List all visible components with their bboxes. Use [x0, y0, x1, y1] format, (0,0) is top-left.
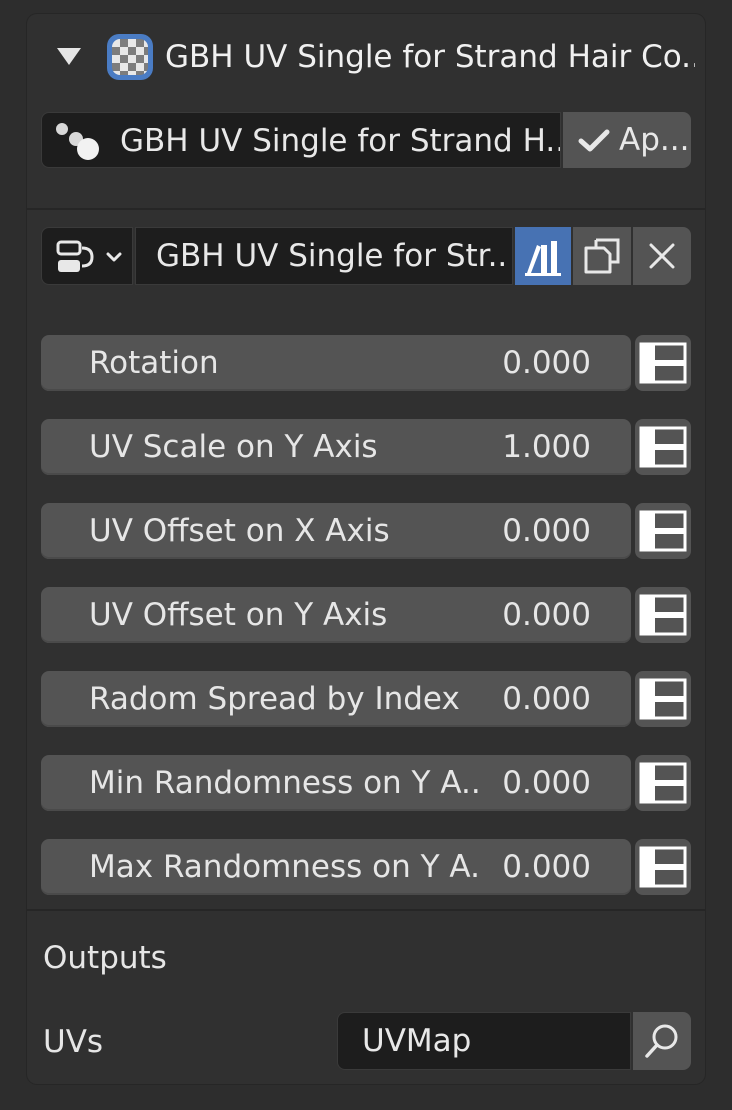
node-group-field[interactable]: GBH UV Single for Strand H...	[41, 112, 561, 168]
spreadsheet-icon	[639, 426, 687, 468]
uv-map-value: UVMap	[362, 1023, 472, 1059]
datablock-name: GBH UV Single for Str...	[156, 238, 506, 274]
uv-map-search-button[interactable]	[633, 1012, 691, 1070]
attribute-toggle-button[interactable]	[635, 671, 691, 727]
input-row-uv-offset-x: UV Offset on X Axis 0.000	[41, 503, 691, 559]
attribute-toggle-button[interactable]	[635, 335, 691, 391]
apply-label: Ap...	[619, 122, 690, 158]
input-row-min-randomness: Min Randomness on Y A... 0.000	[41, 755, 691, 811]
attribute-toggle-button[interactable]	[635, 839, 691, 895]
random-spread-field[interactable]: Radom Spread by Index 0.000	[41, 671, 631, 727]
outputs-section-label: Outputs	[43, 940, 167, 976]
input-value: 0.000	[502, 597, 591, 633]
spreadsheet-icon	[639, 510, 687, 552]
input-value: 0.000	[502, 849, 591, 885]
input-value: 0.000	[502, 765, 591, 801]
duplicate-icon	[584, 238, 620, 274]
uv-offset-x-field[interactable]: UV Offset on X Axis 0.000	[41, 503, 631, 559]
input-label: UV Scale on Y Axis	[89, 429, 378, 465]
modifier-header: GBH UV Single for Strand Hair Co... GBH …	[27, 14, 705, 210]
outputs-divider	[27, 909, 705, 911]
fake-user-icon	[525, 241, 561, 276]
close-icon	[649, 243, 675, 269]
spreadsheet-icon	[639, 594, 687, 636]
duplicate-button[interactable]	[573, 227, 631, 285]
node-group-row: GBH UV Single for Strand H... Ap...	[41, 112, 691, 168]
input-label: Rotation	[89, 345, 219, 381]
apply-button[interactable]: Ap...	[563, 112, 691, 168]
attribute-toggle-button[interactable]	[635, 755, 691, 811]
spreadsheet-icon	[639, 342, 687, 384]
datablock-row: GBH UV Single for Str...	[41, 227, 691, 285]
input-row-uv-scale-y: UV Scale on Y Axis 1.000	[41, 419, 691, 475]
input-row-max-randomness: Max Randomness on Y A... 0.000	[41, 839, 691, 895]
input-label: Min Randomness on Y A...	[89, 765, 479, 801]
search-icon	[645, 1024, 678, 1058]
input-label: Radom Spread by Index	[89, 681, 460, 717]
disclosure-triangle-down-icon[interactable]	[57, 48, 81, 65]
spreadsheet-icon	[639, 678, 687, 720]
attribute-toggle-button[interactable]	[635, 503, 691, 559]
input-row-rotation: Rotation 0.000	[41, 335, 691, 391]
node-tree-browse-button[interactable]	[41, 227, 133, 285]
input-value: 1.000	[502, 429, 591, 465]
rotation-field[interactable]: Rotation 0.000	[41, 335, 631, 391]
datablock-name-field[interactable]: GBH UV Single for Str...	[135, 227, 513, 285]
input-label: Max Randomness on Y A...	[89, 849, 479, 885]
max-randomness-field[interactable]: Max Randomness on Y A... 0.000	[41, 839, 631, 895]
input-row-uv-offset-y: UV Offset on Y Axis 0.000	[41, 587, 691, 643]
modifier-panel: GBH UV Single for Strand Hair Co... GBH …	[27, 14, 705, 1084]
node-group-name: GBH UV Single for Strand H...	[120, 123, 560, 159]
modifier-title[interactable]: GBH UV Single for Strand Hair Co...	[165, 36, 695, 78]
spreadsheet-icon	[639, 762, 687, 804]
attribute-toggle-button[interactable]	[635, 587, 691, 643]
min-randomness-field[interactable]: Min Randomness on Y A... 0.000	[41, 755, 631, 811]
node-tree-browse-icon	[56, 240, 122, 272]
input-label: UV Offset on X Axis	[89, 513, 390, 549]
checker-texture-icon	[107, 34, 153, 80]
unlink-button[interactable]	[633, 227, 691, 285]
input-value: 0.000	[502, 345, 591, 381]
input-row-random-spread: Radom Spread by Index 0.000	[41, 671, 691, 727]
attribute-toggle-button[interactable]	[635, 419, 691, 475]
uv-offset-y-field[interactable]: UV Offset on Y Axis 0.000	[41, 587, 631, 643]
input-label: UV Offset on Y Axis	[89, 597, 388, 633]
input-value: 0.000	[502, 513, 591, 549]
uv-scale-y-field[interactable]: UV Scale on Y Axis 1.000	[41, 419, 631, 475]
spreadsheet-icon	[639, 846, 687, 888]
fake-user-button[interactable]	[515, 227, 571, 285]
checkmark-icon	[578, 129, 610, 152]
uvs-label: UVs	[43, 1024, 104, 1060]
input-value: 0.000	[502, 681, 591, 717]
node-group-dots-icon	[56, 123, 99, 160]
uv-map-field[interactable]: UVMap	[337, 1012, 631, 1070]
